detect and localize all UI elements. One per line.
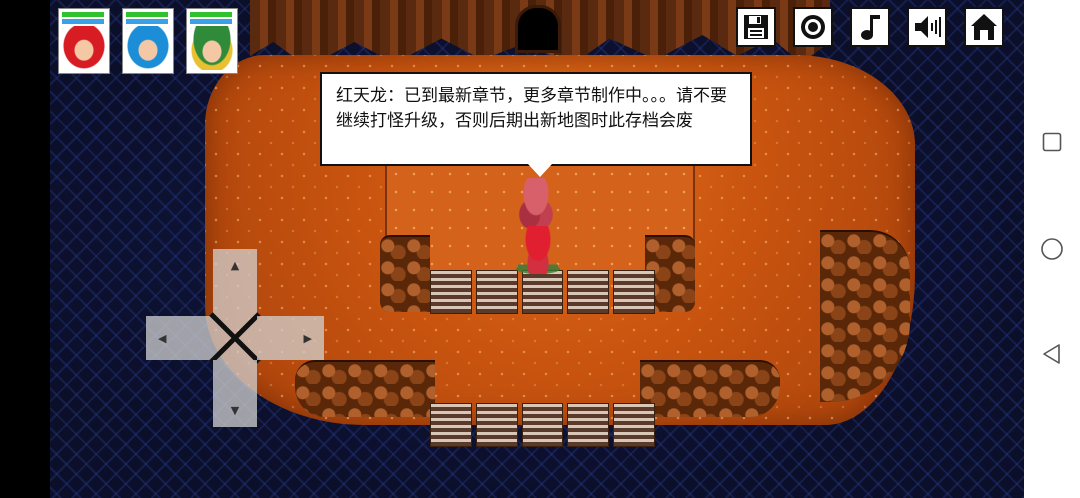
green-hat-girl-portrait — [190, 26, 234, 70]
music-toggle-button[interactable] — [850, 7, 890, 47]
triangle-back-icon — [1043, 344, 1060, 364]
stair-step — [475, 270, 518, 314]
hp-bar — [62, 12, 104, 17]
stair-step — [430, 403, 472, 447]
down-arrow-icon: ▼ — [230, 404, 240, 417]
record-button[interactable] — [793, 7, 833, 47]
right-arrow-icon: ▶ — [303, 331, 312, 345]
dpad-up-button[interactable]: ▲ — [213, 249, 257, 316]
dialog-text: 红天龙：已到最新章节，更多章节制作中。。。请不要继续打怪升级，否则后期出新地图时… — [336, 86, 727, 131]
rock-wall-left — [380, 235, 430, 312]
screen-edge — [0, 0, 50, 498]
upper-stairs — [430, 270, 655, 314]
mp-bar — [62, 19, 104, 24]
stair-step — [430, 270, 472, 314]
dialog-tail — [528, 164, 552, 177]
dpad-down-button[interactable]: ▼ — [213, 360, 257, 427]
mp-fill — [62, 19, 104, 24]
blue-haired-girl-portrait — [126, 26, 170, 70]
game-toolbar — [736, 7, 1004, 47]
android-nav-bar — [1024, 0, 1080, 498]
mp-bar — [126, 19, 168, 24]
left-arrow-icon: ◀ — [158, 331, 167, 345]
stair-step — [613, 403, 655, 447]
hp-bar — [190, 12, 232, 17]
dpad-left-button[interactable]: ◀ — [146, 316, 213, 360]
home-button[interactable] — [964, 7, 1004, 47]
back-button[interactable] — [1040, 342, 1064, 366]
mp-fill — [126, 19, 168, 24]
party-panel — [58, 8, 238, 74]
stair-step — [613, 270, 655, 314]
lower-stairs — [430, 403, 655, 447]
mp-bar — [190, 19, 232, 24]
dpad-center — [209, 312, 261, 364]
party-member-2[interactable] — [122, 8, 174, 74]
rock-wall-bottom-right — [640, 360, 780, 417]
dialog-box[interactable]: 红天龙：已到最新章节，更多章节制作中。。。请不要继续打怪升级，否则后期出新地图时… — [320, 72, 752, 166]
speaker-icon — [915, 16, 941, 38]
hp-fill — [190, 12, 232, 17]
stair-step — [567, 403, 610, 447]
mp-fill — [190, 19, 232, 24]
hp-bar — [126, 12, 168, 17]
party-member-3[interactable] — [186, 8, 238, 74]
stair-step — [567, 270, 610, 314]
dpad-cross-icon — [209, 312, 261, 364]
game-viewport[interactable]: 红天龙：已到最新章节，更多章节制作中。。。请不要继续打怪升级，否则后期出新地图时… — [0, 0, 1024, 498]
stair-step — [521, 403, 564, 447]
hp-fill — [126, 12, 168, 17]
dpad: ▲ ◀ ▶ ▼ — [146, 249, 324, 427]
stair-step — [521, 270, 564, 314]
music-note-icon — [861, 15, 880, 40]
save-button[interactable] — [736, 7, 776, 47]
red-haired-hero-portrait — [62, 26, 106, 70]
recent-apps-button[interactable] — [1040, 130, 1064, 154]
home-icon — [971, 14, 997, 40]
system-home-button[interactable] — [1040, 237, 1064, 261]
party-member-1[interactable] — [58, 8, 110, 74]
square-icon — [1042, 132, 1062, 152]
save-icon — [744, 15, 768, 39]
sound-toggle-button[interactable] — [907, 7, 947, 47]
rock-wall-east — [820, 230, 910, 402]
hero-sprite — [518, 226, 558, 274]
stair-step — [475, 403, 518, 447]
record-icon — [801, 15, 825, 39]
up-arrow-icon: ▲ — [230, 259, 240, 272]
hp-fill — [62, 12, 104, 17]
red-dragon-npc-sprite[interactable] — [515, 178, 557, 230]
dpad-right-button[interactable]: ▶ — [257, 316, 324, 360]
cave-exit-door — [518, 8, 558, 50]
circle-icon — [1041, 238, 1063, 260]
